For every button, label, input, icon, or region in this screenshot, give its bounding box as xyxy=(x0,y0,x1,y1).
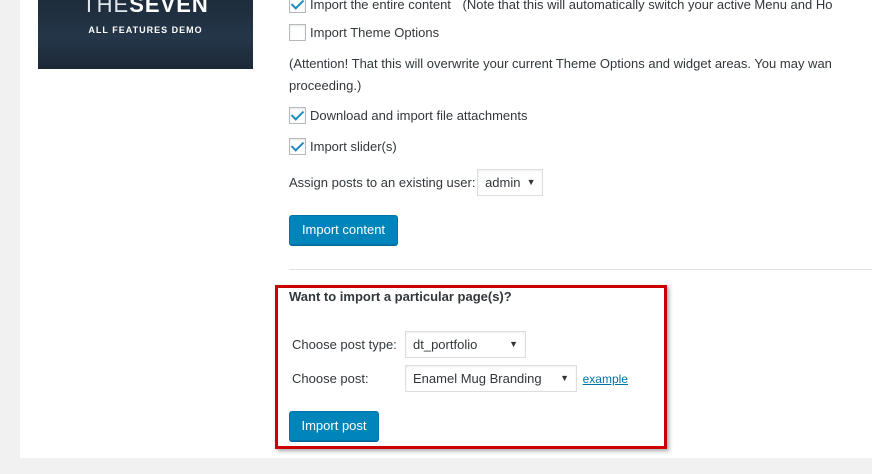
theme-thumbnail: THESEVEN ALL FEATURES DEMO xyxy=(38,0,253,69)
option-import-sliders[interactable]: Import slider(s) xyxy=(289,138,397,156)
highlight-box xyxy=(275,285,667,449)
download-attachments-label: Download and import file attachments xyxy=(310,108,528,124)
theme-subtitle: ALL FEATURES DEMO xyxy=(88,25,203,35)
attention-text-line1: (Attention! That this will overwrite you… xyxy=(289,56,832,71)
import-entire-content-note: (Note that this will automatically switc… xyxy=(462,0,833,13)
chevron-down-icon: ▼ xyxy=(526,177,536,187)
import-sliders-label: Import slider(s) xyxy=(310,139,397,155)
assign-user-select[interactable]: admin ▼ xyxy=(477,169,544,196)
option-import-theme-options[interactable]: Import Theme Options xyxy=(289,24,440,42)
checkbox-import-entire-content[interactable] xyxy=(289,0,306,14)
import-theme-options-label: Import Theme Options xyxy=(310,25,440,41)
option-download-attachments[interactable]: Download and import file attachments xyxy=(289,107,528,125)
page-background-bottom xyxy=(0,458,872,474)
import-entire-content-label: Import the entire content xyxy=(310,0,451,13)
assign-user-value: admin xyxy=(485,175,521,190)
checkbox-import-theme-options[interactable] xyxy=(289,24,306,42)
import-content-button[interactable]: Import content xyxy=(289,215,398,245)
theme-title: THESEVEN xyxy=(82,0,209,17)
section-divider xyxy=(289,269,872,270)
checkbox-download-attachments[interactable] xyxy=(289,107,306,125)
checkbox-import-sliders[interactable] xyxy=(289,138,306,156)
assign-user-row: Assign posts to an existing user: admin ▼ xyxy=(289,169,544,196)
attention-text-line2: proceeding.) xyxy=(289,78,362,93)
option-import-entire-content[interactable]: Import the entire content (Note that thi… xyxy=(289,0,833,14)
assign-user-label: Assign posts to an existing user: xyxy=(289,175,476,190)
